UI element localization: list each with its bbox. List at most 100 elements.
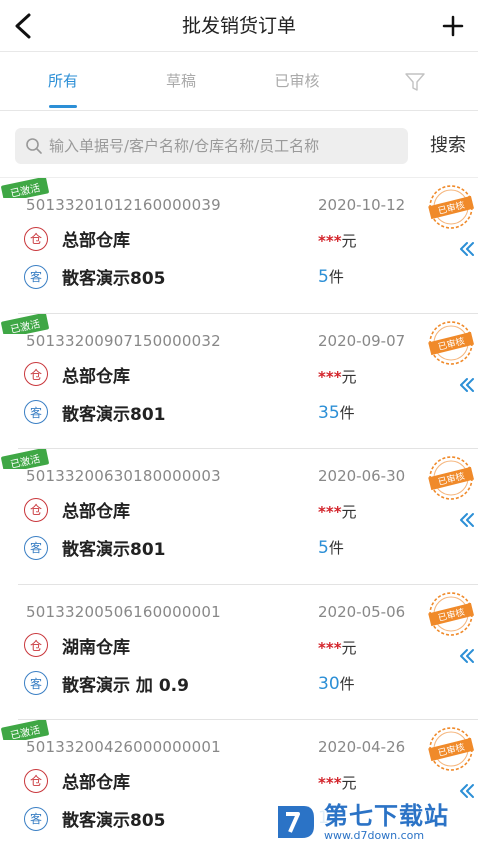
amount-currency: 元 [341, 232, 357, 250]
tab-label: 草稿 [165, 72, 196, 90]
quantity-value: 5 [318, 538, 329, 558]
amount-currency: 元 [341, 367, 357, 386]
order-date: 2020-04-26 [318, 738, 406, 756]
order-number: 50133200907150000032 [26, 331, 221, 350]
amount-masked: *** [318, 638, 342, 657]
ribbon-label: 已激活 [0, 313, 50, 334]
approved-stamp-icon: 已审核 [428, 320, 475, 365]
customer-row: 客 散客演示 加 0.9 [24, 671, 189, 696]
ribbon-label: 已激活 [0, 178, 50, 198]
customer-badge: 客 [24, 806, 48, 831]
quantity-unit: 件 [339, 674, 355, 693]
order-date: 2020-06-30 [318, 467, 406, 485]
warehouse-name: 总部仓库 [62, 773, 130, 793]
customer-name: 散客演示 加 0.9 [62, 675, 189, 696]
approved-stamp-icon: 已审核 [428, 591, 475, 636]
order-date: 2020-10-12 [318, 196, 406, 214]
activated-ribbon: 已激活 [0, 178, 60, 198]
warehouse-badge: 仓 [24, 362, 48, 386]
order-amount: ***元 [318, 230, 357, 251]
amount-masked: *** [318, 367, 342, 386]
order-number: 50133200506160000001 [26, 602, 221, 621]
warehouse-badge: 仓 [24, 768, 48, 793]
quantity-unit: 件 [328, 268, 344, 286]
activated-ribbon: 已激活 [0, 449, 60, 469]
warehouse-name: 湖南仓库 [62, 637, 130, 658]
customer-row: 客 散客演示801 [24, 535, 166, 560]
quantity-value: 35 [318, 402, 340, 423]
page-title: 批发销货订单 [181, 15, 296, 37]
top-bar: 批发销货订单 [0, 0, 478, 52]
order-amount: ***元 [318, 366, 357, 387]
warehouse-row: 仓 总部仓库 [24, 768, 130, 793]
tab-all[interactable]: 所有 [28, 53, 98, 111]
double-chevron-left-icon[interactable] [458, 511, 476, 529]
order-number: 50133200630180000003 [26, 467, 221, 485]
customer-badge: 客 [24, 264, 48, 289]
order-quantity: 5件 [318, 266, 344, 287]
customer-name: 散客演示805 [62, 269, 166, 289]
tab-draft[interactable]: 草稿 [146, 53, 216, 111]
plus-icon [442, 15, 464, 37]
activated-ribbon: 已激活 [0, 720, 60, 740]
tab-approved[interactable]: 已审核 [262, 53, 332, 111]
order-amount: ***元 [318, 637, 357, 658]
order-number: 50133200426000000001 [26, 738, 221, 756]
amount-currency: 元 [341, 503, 357, 521]
activated-ribbon: 已激活 [0, 313, 60, 334]
site-watermark: 第七下载站 www.d7down.com [274, 798, 474, 846]
quantity-unit: 件 [339, 403, 355, 422]
double-chevron-left-icon[interactable] [458, 376, 476, 394]
active-tab-indicator [49, 105, 77, 108]
amount-masked: *** [318, 774, 342, 792]
order-item[interactable]: 已激活 50133201012160000039 2020-10-12 已审核 … [0, 178, 478, 314]
search-box[interactable] [15, 128, 408, 164]
double-chevron-left-icon[interactable] [458, 240, 476, 258]
watermark-logo-icon [278, 806, 314, 838]
approved-stamp-icon: 已审核 [428, 727, 475, 771]
ribbon-label: 已激活 [0, 720, 50, 740]
customer-name: 散客演示801 [62, 540, 166, 560]
warehouse-name: 总部仓库 [62, 231, 130, 251]
amount-masked: *** [318, 503, 342, 521]
ribbon-label: 已激活 [0, 449, 50, 469]
customer-row: 客 散客演示805 [24, 806, 166, 831]
customer-row: 客 散客演示805 [24, 264, 166, 289]
search-input[interactable] [49, 137, 399, 155]
tab-label: 已审核 [274, 72, 320, 90]
order-item[interactable]: 已激活 50133200630180000003 2020-06-30 已审核 … [0, 449, 478, 585]
customer-row: 客 散客演示801 [24, 400, 166, 425]
order-list: 已激活 50133201012160000039 2020-10-12 已审核 … [0, 178, 478, 850]
warehouse-badge: 仓 [24, 497, 48, 522]
warehouse-row: 仓 总部仓库 [24, 226, 130, 251]
amount-currency: 元 [341, 774, 357, 792]
search-button[interactable]: 搜索 [430, 128, 466, 164]
warehouse-row: 仓 湖南仓库 [24, 633, 130, 658]
quantity-value: 5 [318, 267, 329, 287]
order-item[interactable]: 已激活 50133200907150000032 2020-09-07 已审核 … [0, 313, 478, 449]
watermark-url: www.d7down.com [324, 828, 425, 842]
quantity-unit: 件 [328, 539, 344, 557]
warehouse-badge: 仓 [24, 633, 48, 657]
order-quantity: 35件 [318, 402, 355, 423]
add-order-button[interactable] [436, 8, 470, 44]
order-item[interactable]: 50133200506160000001 2020-05-06 已审核 仓 湖南… [18, 585, 478, 720]
approved-stamp-icon: 已审核 [428, 185, 475, 229]
filter-icon[interactable] [404, 71, 426, 93]
warehouse-row: 仓 总部仓库 [24, 362, 130, 387]
order-amount: ***元 [318, 501, 357, 522]
customer-name: 散客演示801 [62, 404, 166, 425]
customer-badge: 客 [24, 535, 48, 560]
watermark-title: 第七下载站 [324, 801, 449, 830]
amount-masked: *** [318, 232, 342, 250]
quantity-value: 30 [318, 673, 340, 694]
approved-stamp-icon: 已审核 [428, 456, 475, 500]
search-bar: 搜索 [0, 112, 478, 178]
order-amount: ***元 [318, 772, 357, 793]
search-icon [26, 138, 42, 154]
tab-label: 所有 [47, 72, 78, 90]
double-chevron-left-icon[interactable] [458, 647, 476, 665]
customer-badge: 客 [24, 400, 48, 424]
order-quantity: 5件 [318, 537, 344, 558]
order-quantity: 30件 [318, 673, 355, 694]
